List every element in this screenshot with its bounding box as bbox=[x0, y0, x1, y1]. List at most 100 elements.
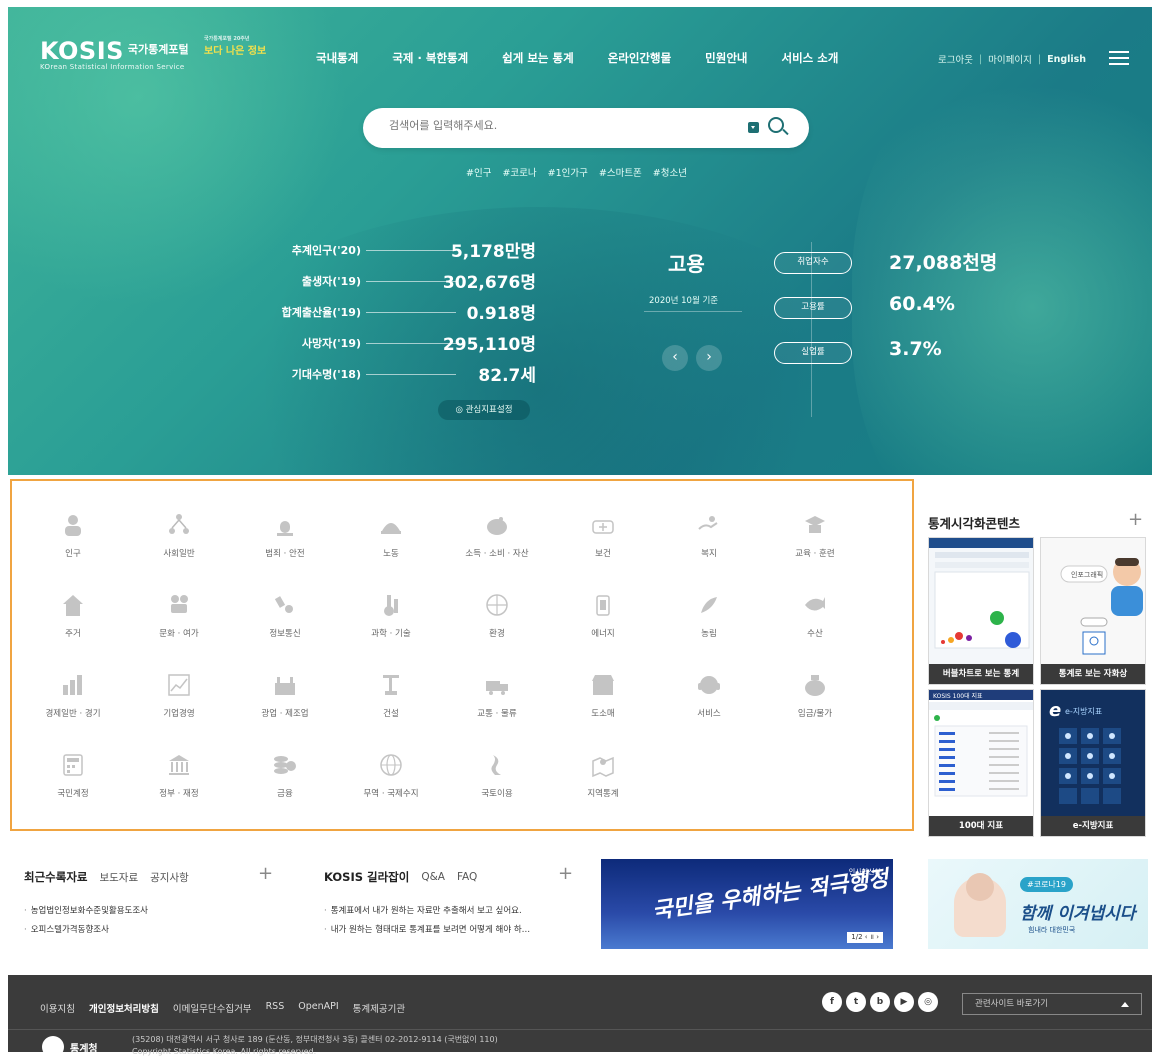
mypage-link[interactable]: 마이페이지 bbox=[988, 52, 1032, 66]
banner-pager[interactable]: 1/2 ‹ ॥ › bbox=[847, 932, 883, 943]
category-item[interactable]: 정보통신 bbox=[232, 583, 338, 663]
chart-up-icon bbox=[63, 675, 82, 695]
character-illustration bbox=[954, 873, 1006, 937]
tab-notice[interactable]: 공지사항 bbox=[150, 870, 189, 885]
category-item[interactable]: 노동 bbox=[338, 503, 444, 583]
nav-civil[interactable]: 민원안내 bbox=[705, 50, 747, 66]
active-admin-banner[interactable]: 인사혁신처 국민을 우해하는 적극행정 1/2 ‹ ॥ › bbox=[601, 859, 893, 949]
category-item[interactable]: 지역통계 bbox=[550, 743, 656, 823]
indicator-row[interactable]: 출생자('19) 302,676명 bbox=[246, 270, 536, 301]
nav-easy-stats[interactable]: 쉽게 보는 통계 bbox=[502, 50, 574, 66]
category-item[interactable]: 도소매 bbox=[550, 663, 656, 743]
news-more-plus-icon[interactable]: + bbox=[258, 863, 273, 884]
tab-press[interactable]: 보도자료 bbox=[99, 870, 138, 885]
category-item[interactable]: 광업 · 제조업 bbox=[232, 663, 338, 743]
category-item[interactable]: 보건 bbox=[550, 503, 656, 583]
satellite-icon bbox=[274, 596, 293, 613]
category-item[interactable]: 경제일반 · 경기 bbox=[20, 663, 126, 743]
tag-link[interactable]: #스마트폰 bbox=[599, 165, 642, 179]
category-label: 노동 bbox=[383, 549, 399, 559]
self-portrait-card[interactable]: 인포그래픽 통계로 보는 자화상 bbox=[1040, 537, 1146, 685]
list-item[interactable]: 내가 원하는 형태대로 통계표를 보려면 어떻게 해야 하… bbox=[324, 921, 530, 940]
kosis-logo[interactable]: KOSIS 국가통계포털 KOrean Statistical Informati… bbox=[40, 37, 189, 71]
category-item[interactable]: 농림 bbox=[656, 583, 762, 663]
logo-text: KOSIS bbox=[40, 37, 124, 65]
instagram-icon[interactable]: ◎ bbox=[918, 992, 938, 1012]
indicator-row[interactable]: 사망자('19) 295,110명 bbox=[246, 332, 536, 363]
tab-recent-data[interactable]: 최근수록자료 bbox=[24, 869, 87, 885]
category-item[interactable]: 기업경영 bbox=[126, 663, 232, 743]
footer-link-privacy[interactable]: 개인정보처리방침 bbox=[89, 1001, 159, 1015]
more-plus-icon[interactable]: + bbox=[1128, 509, 1143, 530]
covid-banner[interactable]: #코로나19 함께 이겨냅시다 힘내라 대한민국 bbox=[928, 859, 1148, 949]
employment-label-pill[interactable]: 고용률 bbox=[774, 297, 852, 319]
category-item[interactable]: 교육 · 훈련 bbox=[762, 503, 868, 583]
employment-label-pill[interactable]: 실업률 bbox=[774, 342, 852, 364]
search-icon[interactable] bbox=[768, 117, 784, 133]
category-item[interactable]: 건설 bbox=[338, 663, 444, 743]
category-item[interactable]: 임금/물가 bbox=[762, 663, 868, 743]
category-item[interactable]: 에너지 bbox=[550, 583, 656, 663]
footer-link-terms[interactable]: 이용지침 bbox=[40, 1001, 75, 1015]
tag-link[interactable]: #1인가구 bbox=[548, 165, 588, 179]
search-option-dropdown-icon[interactable] bbox=[748, 122, 759, 133]
bubble-chart-card[interactable]: 버블차트로 보는 통계 bbox=[928, 537, 1034, 685]
category-item[interactable]: 범죄 · 안전 bbox=[232, 503, 338, 583]
nav-service[interactable]: 서비스 소개 bbox=[782, 50, 839, 66]
twitter-icon[interactable]: t bbox=[846, 992, 866, 1012]
interest-indicator-button[interactable]: ◎ 관심지표설정 bbox=[438, 400, 530, 420]
nav-domestic[interactable]: 국내통계 bbox=[316, 50, 358, 66]
category-item[interactable]: 무역 · 국제수지 bbox=[338, 743, 444, 823]
category-item[interactable]: 서비스 bbox=[656, 663, 762, 743]
employment-label-pill[interactable]: 취업자수 bbox=[774, 252, 852, 274]
tab-qna[interactable]: Q&A bbox=[421, 871, 445, 883]
category-item[interactable]: 환경 bbox=[444, 583, 550, 663]
prev-arrow-icon[interactable]: ‹ bbox=[662, 345, 688, 371]
tag-link[interactable]: #인구 bbox=[466, 165, 491, 179]
indicator-row[interactable]: 기대수명('18) 82.7세 bbox=[246, 363, 536, 394]
blog-icon[interactable]: b bbox=[870, 992, 890, 1012]
tab-guide[interactable]: KOSIS 길라잡이 bbox=[324, 869, 409, 885]
nav-publications[interactable]: 온라인간행물 bbox=[608, 50, 671, 66]
tag-link[interactable]: #청소년 bbox=[653, 165, 687, 179]
category-item[interactable]: 교통 · 물류 bbox=[444, 663, 550, 743]
category-item[interactable]: 문화 · 여가 bbox=[126, 583, 232, 663]
footer-link-rss[interactable]: RSS bbox=[266, 1001, 285, 1015]
category-item[interactable]: 정부 · 재정 bbox=[126, 743, 232, 823]
category-item[interactable]: 수산 bbox=[762, 583, 868, 663]
footer-link-providers[interactable]: 통계제공기관 bbox=[353, 1001, 405, 1015]
category-item[interactable]: 금융 bbox=[232, 743, 338, 823]
tab-faq[interactable]: FAQ bbox=[457, 871, 477, 883]
guide-more-plus-icon[interactable]: + bbox=[558, 863, 573, 884]
category-item[interactable]: 주거 bbox=[20, 583, 126, 663]
category-item[interactable]: 소득 · 소비 · 자산 bbox=[444, 503, 550, 583]
related-sites-select[interactable]: 관련사이트 바로가기 bbox=[962, 993, 1142, 1015]
category-item[interactable]: 사회일반 bbox=[126, 503, 232, 583]
category-item[interactable]: 복지 bbox=[656, 503, 762, 583]
youtube-icon[interactable]: ▶ bbox=[894, 992, 914, 1012]
category-label: 경제일반 · 경기 bbox=[45, 709, 101, 719]
logout-link[interactable]: 로그아웃 bbox=[938, 52, 973, 66]
hamburger-menu-icon[interactable] bbox=[1109, 51, 1129, 65]
indicator-row[interactable]: 합계출산율('19) 0.918명 bbox=[246, 301, 536, 332]
footer-link-email[interactable]: 이메일무단수집거부 bbox=[173, 1001, 252, 1015]
card-caption: 버블차트로 보는 통계 bbox=[929, 664, 1033, 684]
top100-card[interactable]: KOSIS 100대 지표 100대 지표 bbox=[928, 689, 1034, 837]
category-item[interactable]: 인구 bbox=[20, 503, 126, 583]
category-item[interactable]: 국민계정 bbox=[20, 743, 126, 823]
english-link[interactable]: English bbox=[1047, 54, 1086, 65]
e-local-card[interactable]: e e-지방지표 e-지방지표 bbox=[1040, 689, 1146, 837]
indicator-row[interactable]: 추계인구('20) 5,178만명 bbox=[246, 239, 536, 270]
list-item[interactable]: 농업법인정보화수준및활용도조사 bbox=[24, 902, 148, 921]
nav-international[interactable]: 국제 · 북한통계 bbox=[392, 50, 468, 66]
list-item[interactable]: 오피스텔가격동향조사 bbox=[24, 921, 148, 940]
search-input[interactable] bbox=[389, 119, 729, 132]
next-arrow-icon[interactable]: › bbox=[696, 345, 722, 371]
list-item[interactable]: 통계표에서 내가 원하는 자료만 추출해서 보고 싶어요. bbox=[324, 902, 530, 921]
category-item[interactable]: 과학 · 기술 bbox=[338, 583, 444, 663]
category-item[interactable]: 국토이용 bbox=[444, 743, 550, 823]
tag-link[interactable]: #코로나 bbox=[502, 165, 536, 179]
facebook-icon[interactable]: f bbox=[822, 992, 842, 1012]
category-label: 무역 · 국제수지 bbox=[363, 789, 419, 799]
footer-link-openapi[interactable]: OpenAPI bbox=[298, 1001, 338, 1015]
